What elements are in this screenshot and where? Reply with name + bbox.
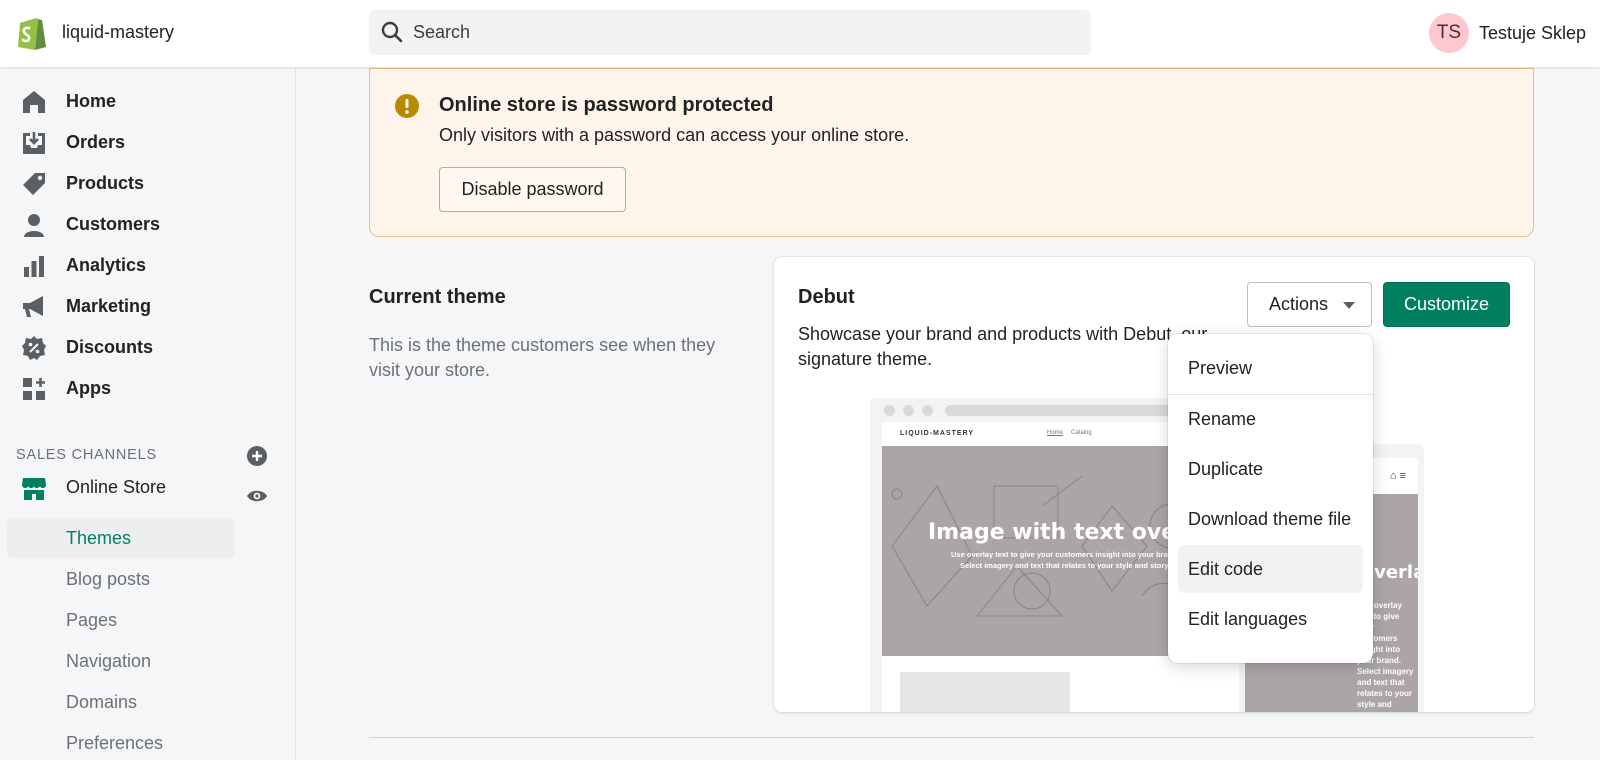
user-name[interactable]: Testuje Sklep [1479, 23, 1586, 44]
preview-hero-text: Use overlay text to give your customers … [951, 550, 1179, 570]
store-name[interactable]: liquid-mastery [62, 22, 174, 43]
sidebar-subitem-label: Navigation [66, 651, 152, 671]
menu-item-preview[interactable]: Preview [1178, 344, 1363, 392]
person-icon [24, 214, 44, 237]
caret-down-icon [1343, 302, 1355, 309]
sidebar-subitem-label: Domains [66, 692, 138, 712]
sidebar-item-analytics[interactable]: Analytics [0, 246, 296, 284]
eye-icon[interactable] [246, 487, 268, 505]
menu-item-download-theme-file[interactable]: Download theme file [1178, 495, 1363, 543]
sidebar-item-label: Apps [66, 377, 111, 398]
password-banner: Online store is password protected Only … [369, 68, 1534, 237]
sidebar-subitem-pages[interactable]: Pages [7, 600, 235, 640]
sidebar-item-label: Analytics [66, 254, 147, 275]
sidebar-subitem-themes[interactable]: Themes [7, 518, 235, 558]
preview-nav: Home Catalog [1047, 430, 1092, 436]
megaphone-icon [23, 296, 43, 317]
sidebar-item-apps[interactable]: Apps [0, 369, 296, 407]
tag-icon [23, 173, 45, 195]
menu-item-edit-code[interactable]: Edit code [1178, 545, 1363, 593]
preview-content-block [900, 672, 1070, 712]
section-description: This is the theme customers see when the… [369, 335, 716, 380]
sidebar-item-discounts[interactable]: Discounts [0, 328, 296, 366]
cart-menu-icon: ⌂ ≡ [1389, 470, 1406, 482]
disable-password-button[interactable]: Disable password [439, 167, 626, 212]
sidebar-subitem-preferences[interactable]: Preferences [7, 723, 235, 760]
sidebar-subitem-label: Preferences [66, 733, 164, 753]
theme-card: Debut Showcase your brand and products w… [774, 257, 1534, 712]
sidebar-subitem-navigation[interactable]: Navigation [7, 641, 235, 681]
sidebar-item-label: Marketing [66, 295, 152, 316]
sidebar-subitem-label: Pages [66, 610, 118, 630]
user-menu[interactable]: TS Testuje Sklep [1428, 13, 1586, 53]
theme-name: Debut [798, 286, 855, 308]
actions-label: Actions [1269, 294, 1329, 314]
shopify-logo-icon[interactable] [16, 14, 48, 50]
sidebar-item-marketing[interactable]: Marketing [0, 287, 296, 325]
orders-icon [23, 132, 45, 154]
sidebar-item-label: Orders [66, 131, 126, 152]
bar-chart-icon [24, 256, 44, 277]
search-bar[interactable] [369, 10, 1091, 55]
sidebar-item-orders[interactable]: Orders [0, 123, 296, 161]
banner-title: Online store is password protected [439, 94, 774, 116]
menu-item-duplicate[interactable]: Duplicate [1178, 445, 1363, 493]
home-icon [23, 91, 45, 113]
avatar[interactable]: TS [1428, 13, 1469, 53]
sidebar-item-home[interactable]: Home [0, 82, 296, 120]
menu-item-edit-languages[interactable]: Edit languages [1178, 595, 1363, 643]
actions-button[interactable]: Actions [1247, 282, 1372, 327]
preview-brand: LIQUID-MASTERY [900, 430, 975, 437]
window-controls [884, 405, 933, 416]
sidebar-item-customers[interactable]: Customers [0, 205, 296, 243]
apps-icon [23, 378, 45, 400]
warning-icon [395, 94, 419, 118]
top-bar: liquid-mastery TS Testuje Sklep [0, 0, 1600, 68]
sidebar-item-label: Products [66, 172, 145, 193]
banner-text: Only visitors with a password can access… [439, 125, 910, 145]
sidebar-item-label: Discounts [66, 336, 154, 357]
search-input[interactable] [413, 10, 1073, 55]
customize-button[interactable]: Customize [1383, 282, 1510, 327]
sidebar-subitem-domains[interactable]: Domains [7, 682, 235, 722]
sidebar-subitem-label: Blog posts [66, 569, 151, 589]
sales-channels-title: SALES CHANNELS [16, 447, 157, 463]
section-divider [369, 737, 1534, 738]
sidebar-subitem-blog-posts[interactable]: Blog posts [7, 559, 235, 599]
sidebar-item-label: Customers [66, 213, 161, 234]
add-circle-icon[interactable] [246, 445, 268, 467]
menu-item-rename[interactable]: Rename [1178, 395, 1363, 443]
discount-icon [22, 336, 46, 360]
sidebar-item-label: Online Store [66, 476, 167, 497]
actions-menu: Preview Rename Duplicate Download theme … [1168, 334, 1373, 663]
section-title: Current theme [369, 286, 506, 308]
sidebar-item-label: Home [66, 90, 117, 111]
sidebar-item-products[interactable]: Products [0, 164, 296, 202]
sidebar: Home Orders Products Customers Analytics… [0, 68, 296, 760]
store-icon [22, 478, 46, 500]
search-icon [381, 21, 403, 43]
sidebar-subitem-label: Themes [66, 528, 132, 548]
